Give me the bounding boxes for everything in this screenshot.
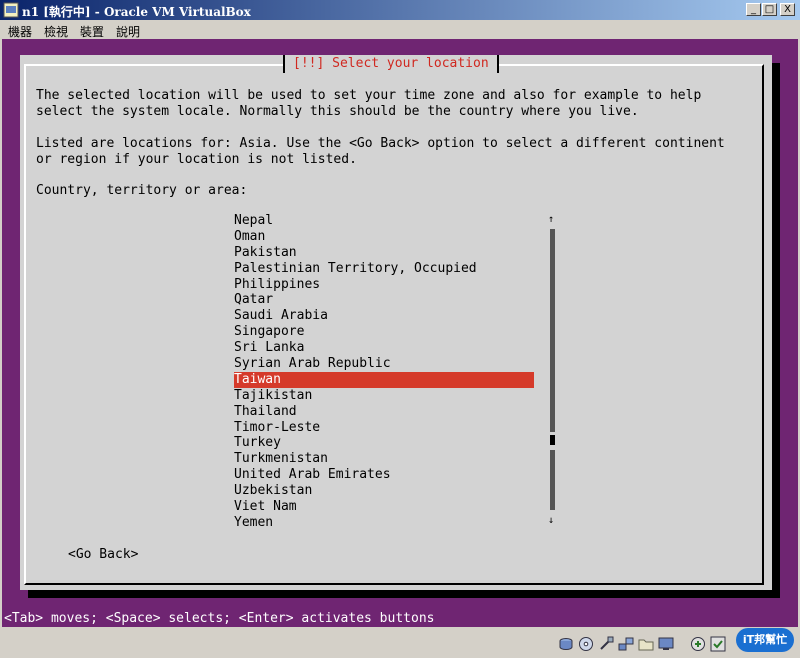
menu-view[interactable]: 檢視	[44, 23, 68, 40]
restore-button[interactable]: □	[762, 3, 777, 16]
minimize-button[interactable]: _	[746, 3, 761, 16]
help-line: <Tab> moves; <Space> selects; <Enter> ac…	[4, 611, 435, 626]
list-item[interactable]: Thailand	[234, 404, 534, 420]
scroll-up-arrow-icon[interactable]: ↑	[548, 215, 554, 225]
close-button[interactable]: X	[780, 3, 795, 16]
list-item[interactable]: Syrian Arab Republic	[234, 356, 534, 372]
list-item[interactable]: Turkey	[234, 435, 534, 451]
window-title: n1 [執行中] - Oracle VM VirtualBox	[22, 5, 251, 19]
scrollbar-track[interactable]	[550, 229, 555, 510]
capture-icon[interactable]	[690, 636, 706, 652]
list-item[interactable]: Uzbekistan	[234, 483, 534, 499]
list-item[interactable]: Viet Nam	[234, 499, 534, 515]
menu-devices[interactable]: 裝置	[80, 23, 104, 40]
ithome-logo: iT邦幫忙	[736, 628, 794, 652]
window-titlebar[interactable]: n1 [執行中] - Oracle VM VirtualBox _ □ X	[0, 0, 800, 20]
list-item[interactable]: Tajikistan	[234, 388, 534, 404]
location-dialog: [!!] Select your location The selected l…	[20, 55, 772, 590]
dialog-title: [!!] Select your location	[283, 55, 499, 73]
description-line-2: select the system locale. Normally this …	[36, 104, 639, 119]
scrollbar-gap	[550, 445, 555, 450]
network-icon[interactable]	[618, 636, 634, 652]
watermark: iT邦幫忙	[736, 626, 796, 656]
description-line-1: The selected location will be used to se…	[36, 88, 702, 103]
list-item[interactable]: Sri Lanka	[234, 340, 534, 356]
list-item[interactable]: Palestinian Territory, Occupied	[234, 261, 534, 277]
scroll-down-arrow-icon[interactable]: ↓	[548, 516, 554, 526]
selected-list-item[interactable]: Taiwan	[234, 371, 534, 388]
list-item[interactable]: Philippines	[234, 277, 534, 293]
country-list[interactable]: Nepal Oman Pakistan Palestinian Territor…	[234, 213, 534, 531]
list-item[interactable]: United Arab Emirates	[234, 467, 534, 483]
host-key-icon[interactable]	[710, 636, 726, 652]
vm-screen[interactable]: [!!] Select your location The selected l…	[2, 39, 798, 627]
list-item[interactable]: Nepal	[234, 213, 534, 229]
virtualbox-app-icon	[3, 2, 19, 18]
hard-disk-icon[interactable]	[558, 636, 574, 652]
instruction-line-1: Listed are locations for: Asia. Use the …	[36, 136, 725, 151]
menu-machine[interactable]: 機器	[8, 23, 32, 40]
menu-bar: 機器 檢視 裝置 說明	[0, 20, 800, 39]
instruction-line-2: or region if your location is not listed…	[36, 152, 357, 167]
country-prompt: Country, territory or area:	[36, 183, 248, 198]
list-item[interactable]: Qatar	[234, 292, 534, 308]
scrollbar-thumb[interactable]	[550, 435, 555, 445]
optical-drive-icon[interactable]	[578, 636, 594, 652]
list-item[interactable]: Singapore	[234, 324, 534, 340]
status-bar	[0, 628, 800, 658]
list-item[interactable]: Saudi Arabia	[234, 308, 534, 324]
go-back-button[interactable]: <Go Back>	[68, 547, 138, 562]
usb-icon[interactable]	[598, 636, 614, 652]
display-icon[interactable]	[658, 636, 674, 652]
menu-help[interactable]: 說明	[116, 23, 140, 40]
shared-folder-icon[interactable]	[638, 636, 654, 652]
list-item[interactable]: Oman	[234, 229, 534, 245]
list-item[interactable]: Timor-Leste	[234, 420, 534, 436]
list-item[interactable]: Pakistan	[234, 245, 534, 261]
list-item[interactable]: Turkmenistan	[234, 451, 534, 467]
list-item[interactable]: Yemen	[234, 515, 534, 531]
